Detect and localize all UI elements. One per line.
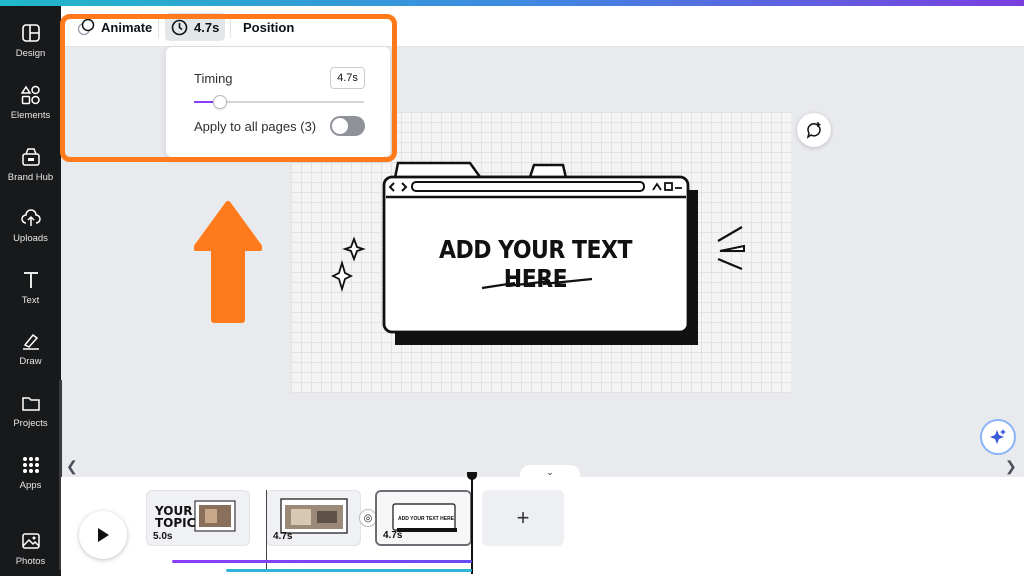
sidebar-item-projects[interactable]: Projects <box>0 382 61 438</box>
play-icon <box>96 527 110 543</box>
sidebar-item-apps[interactable]: Apps <box>0 444 61 500</box>
timing-label: Timing <box>194 71 233 86</box>
apply-all-pages-toggle[interactable] <box>330 116 365 136</box>
clip-duration: 4.7s <box>273 531 293 542</box>
add-comment-button[interactable] <box>797 113 831 147</box>
photos-icon <box>20 530 42 552</box>
animate-icon <box>77 18 95 36</box>
toggle-knob <box>332 118 348 134</box>
animate-button[interactable]: Animate <box>71 13 158 41</box>
clip-1-text-line2: TOPIC <box>155 516 196 530</box>
scroll-right-icon[interactable]: ❯ <box>1005 458 1017 475</box>
transition-icon: ◎ <box>363 512 373 524</box>
sidebar: Design Elements Brand Hub Uploads Text D… <box>0 6 61 576</box>
audio-track-bar <box>226 569 472 572</box>
duration-label: 4.7s <box>194 19 220 35</box>
duration-button[interactable]: 4.7s <box>165 13 226 41</box>
text-icon <box>20 269 42 291</box>
animate-label: Animate <box>101 19 153 35</box>
editor-toolbar: Animate 4.7s Position <box>61 6 1024 47</box>
chevron-down-icon: ⌄ <box>546 466 554 477</box>
sidebar-item-uploads[interactable]: Uploads <box>0 197 61 253</box>
sidebar-item-label: Brand Hub <box>7 171 54 183</box>
apply-all-pages-label: Apply to all pages (3) <box>194 119 317 134</box>
uploads-icon <box>20 207 42 229</box>
sidebar-item-photos[interactable]: Photos <box>0 520 61 576</box>
sidebar-item-label: Uploads <box>13 232 48 244</box>
sidebar-item-label: Projects <box>13 417 48 429</box>
sidebar-item-label: Draw <box>19 355 42 367</box>
sidebar-item-label: Photos <box>15 555 46 567</box>
timeline-clip-3[interactable]: ADD YOUR TEXT HERE 4.7s <box>375 490 472 546</box>
apps-icon <box>20 454 42 476</box>
sparkle-icon <box>988 427 1008 447</box>
sidebar-item-design[interactable]: Design <box>0 12 61 68</box>
draw-icon <box>20 330 42 352</box>
timeline-clip-1[interactable]: YOUR TOPIC 5.0s <box>146 490 250 546</box>
clip-boundary-line <box>266 490 267 570</box>
timeline-progress-bar <box>172 560 472 563</box>
projects-icon <box>20 392 42 414</box>
elements-icon <box>20 84 42 106</box>
position-label: Position <box>243 19 295 35</box>
sidebar-item-brand-hub[interactable]: Brand Hub <box>0 136 61 192</box>
clip-duration: 4.7s <box>383 530 403 541</box>
timing-popover: Timing 4.7s Apply to all pages (3) <box>166 47 390 157</box>
up-arrow-annotation <box>194 201 262 323</box>
toolbar-divider <box>158 16 159 38</box>
clip-duration: 5.0s <box>153 531 173 542</box>
sidebar-item-label: Design <box>15 47 46 59</box>
clock-icon <box>171 19 188 36</box>
sidebar-item-label: Text <box>21 294 40 306</box>
timeline-clip-2[interactable]: 4.7s <box>266 490 361 546</box>
comment-plus-icon <box>805 121 823 139</box>
toolbar-divider <box>230 16 231 38</box>
play-button[interactable] <box>79 511 127 559</box>
scroll-left-icon[interactable]: ❮ <box>66 458 78 475</box>
magic-assistant-button[interactable] <box>980 419 1016 455</box>
playhead[interactable] <box>471 474 473 574</box>
sidebar-item-label: Apps <box>19 479 42 491</box>
timing-value-input[interactable]: 4.7s <box>330 67 365 89</box>
design-icon <box>20 22 42 44</box>
brand-hub-icon <box>20 146 42 168</box>
canvas-headline[interactable]: ADD YOUR TEXT HERE <box>408 236 663 294</box>
position-button[interactable]: Position <box>237 13 300 41</box>
timing-slider-thumb[interactable] <box>212 95 227 109</box>
add-page-button[interactable]: + <box>482 490 564 546</box>
clip-3-text: ADD YOUR TEXT HERE <box>397 516 455 522</box>
sidebar-item-label: Elements <box>10 109 51 121</box>
timing-slider[interactable] <box>194 95 364 109</box>
sidebar-item-draw[interactable]: Draw <box>0 320 61 376</box>
sidebar-item-elements[interactable]: Elements <box>0 74 61 130</box>
sidebar-item-text[interactable]: Text <box>0 259 61 315</box>
